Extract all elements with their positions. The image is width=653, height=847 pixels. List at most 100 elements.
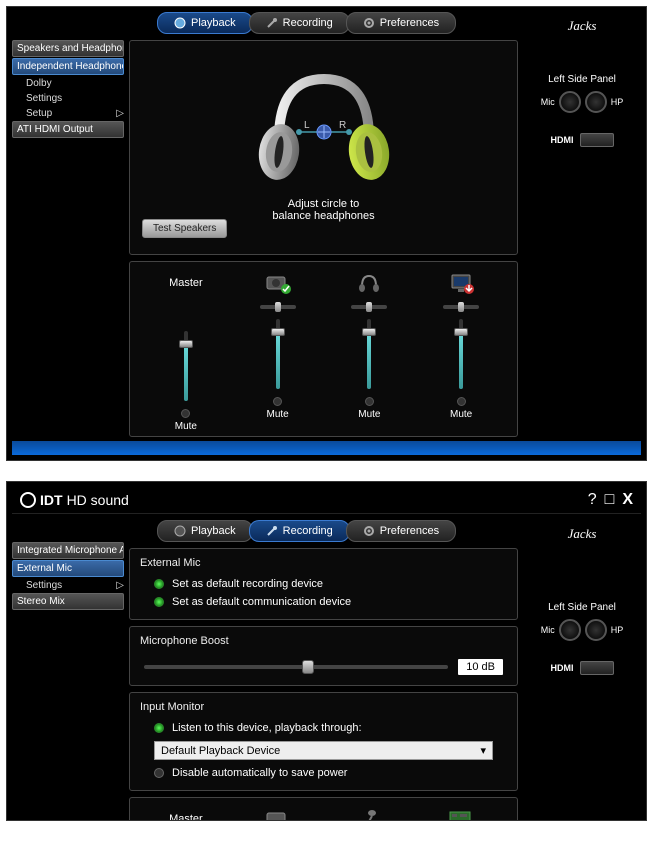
mixer-channel-master: Master Mute (156, 270, 216, 432)
close-button[interactable]: X (622, 491, 633, 509)
mixer-channel-master: Master (156, 806, 216, 821)
hp-jack-icon (585, 619, 607, 641)
mic-boost-title: Microphone Boost (140, 635, 507, 647)
mic-jack-icon (559, 91, 581, 113)
soundcard-icon (446, 807, 476, 821)
playback-device-select[interactable]: Default Playback Device▾ (154, 741, 493, 760)
mixer-channel-headphone: Mute (339, 270, 399, 420)
set-default-recording[interactable]: Set as default recording device (140, 575, 507, 593)
window-footer-strip (12, 441, 641, 455)
option-label: Listen to this device, playback through: (172, 722, 362, 734)
tab-preferences[interactable]: Preferences (346, 12, 456, 34)
sidebar-item-independent-headphone[interactable]: Independent Headphone (12, 58, 124, 75)
maximize-button[interactable]: □ (605, 491, 615, 509)
mute-toggle[interactable] (365, 397, 374, 406)
mixer-panel: Master Mute Mute (129, 261, 518, 437)
mic-jack-label: Mic (541, 625, 555, 635)
volume-slider[interactable] (276, 319, 280, 389)
volume-slider[interactable] (459, 319, 463, 389)
system-sounds-icon (264, 272, 292, 294)
master-label: Master (169, 270, 203, 296)
pan-slider[interactable] (260, 305, 296, 309)
sidebar-item-ati-hdmi[interactable]: ATI HDMI Output (12, 121, 124, 138)
hdmi-port-icon (580, 661, 614, 675)
sidebar-sub-settings[interactable]: Settings▷ (12, 578, 124, 593)
balance-left-label: L (304, 120, 310, 131)
sidebar-item-speakers[interactable]: Speakers and Headphon (12, 40, 124, 57)
disable-auto-power[interactable]: Disable automatically to save power (140, 764, 507, 782)
mute-toggle[interactable] (181, 409, 190, 418)
jacks-panel: Jacks Left Side Panel Mic HP HDMI (523, 12, 641, 437)
help-button[interactable]: ? (588, 491, 597, 509)
option-label: Set as default recording device (172, 578, 323, 590)
master-label: Master (169, 806, 203, 821)
brand: IDT HD sound (20, 492, 129, 508)
mute-label: Mute (175, 421, 197, 432)
sidebar-sub-setup[interactable]: Setup▷ (12, 106, 124, 121)
tab-playback[interactable]: Playback (157, 12, 253, 34)
mute-toggle[interactable] (273, 397, 282, 406)
mute-toggle[interactable] (457, 397, 466, 406)
hdmi-port-icon (580, 133, 614, 147)
tab-recording[interactable]: Recording (249, 12, 350, 34)
mic-jack-icon (559, 619, 581, 641)
tab-recording[interactable]: Recording (249, 520, 350, 542)
radio-on-icon (154, 723, 164, 733)
mixer-channel-device (248, 806, 308, 821)
tab-label: Playback (191, 17, 236, 29)
option-label: Set as default communication device (172, 596, 351, 608)
volume-slider-master[interactable] (184, 331, 188, 401)
device-icon (263, 807, 293, 821)
mic-stand-icon (354, 807, 384, 821)
tab-playback[interactable]: Playback (157, 520, 253, 542)
brand-title: HD sound (67, 492, 129, 508)
mixer-channel-app: Mute (431, 270, 491, 420)
chevron-right-icon: ▷ (116, 580, 124, 591)
recording-window: IDT HD sound ? □ X Integrated Microphone… (6, 481, 647, 821)
set-default-communication[interactable]: Set as default communication device (140, 593, 507, 611)
mute-label: Mute (450, 409, 472, 420)
sidebar-sub-settings[interactable]: Settings (12, 91, 124, 106)
mixer-channel-system: Mute (248, 270, 308, 420)
chevron-down-icon: ▾ (480, 744, 486, 757)
balance-right-label: R (339, 120, 346, 131)
hdmi-label: HDMI (551, 135, 574, 145)
hdmi-label: HDMI (551, 663, 574, 673)
tab-label: Recording (283, 17, 333, 29)
mixer-channel-soundcard (431, 806, 491, 821)
pan-slider[interactable] (443, 305, 479, 309)
jacks-panel: Jacks Left Side Panel Mic HP HDMI (523, 520, 641, 821)
idt-logo-icon (20, 492, 36, 508)
sidebar-item-external-mic[interactable]: External Mic (12, 560, 124, 577)
mute-label: Mute (358, 409, 380, 420)
tab-preferences[interactable]: Preferences (346, 520, 456, 542)
test-speakers-button[interactable]: Test Speakers (142, 219, 227, 238)
pan-slider[interactable] (351, 305, 387, 309)
gear-icon (363, 17, 375, 29)
mixer-panel: Master (129, 797, 518, 821)
jacks-panel-label: Left Side Panel (523, 602, 641, 613)
external-mic-panel: External Mic Set as default recording de… (129, 548, 518, 620)
tab-label: Preferences (380, 525, 439, 537)
chevron-right-icon: ▷ (116, 108, 124, 119)
sidebar: Speakers and Headphon Independent Headph… (12, 12, 124, 437)
mic-boost-panel: Microphone Boost 10 dB (129, 626, 518, 686)
tab-label: Recording (283, 525, 333, 537)
sidebar-sub-dolby[interactable]: Dolby (12, 76, 124, 91)
mic-boost-value: 10 dB (458, 659, 503, 675)
hp-jack-icon (585, 91, 607, 113)
speaker-icon (174, 17, 186, 29)
volume-slider[interactable] (367, 319, 371, 389)
monitor-icon (447, 272, 475, 294)
sidebar: Integrated Microphone A External Mic Set… (12, 520, 124, 821)
sidebar-item-internal-mic[interactable]: Integrated Microphone A (12, 542, 124, 559)
external-mic-title: External Mic (140, 557, 507, 569)
headphone-icon (355, 272, 383, 294)
radio-off-icon (154, 768, 164, 778)
sidebar-item-stereo-mix[interactable]: Stereo Mix (12, 593, 124, 610)
balance-instruction: Adjust circle to balance headphones (272, 198, 374, 222)
mic-boost-slider[interactable] (144, 665, 448, 669)
tab-bar: Playback Recording Preferences (157, 520, 518, 542)
gear-icon (363, 525, 375, 537)
listen-to-device[interactable]: Listen to this device, playback through: (140, 719, 507, 737)
